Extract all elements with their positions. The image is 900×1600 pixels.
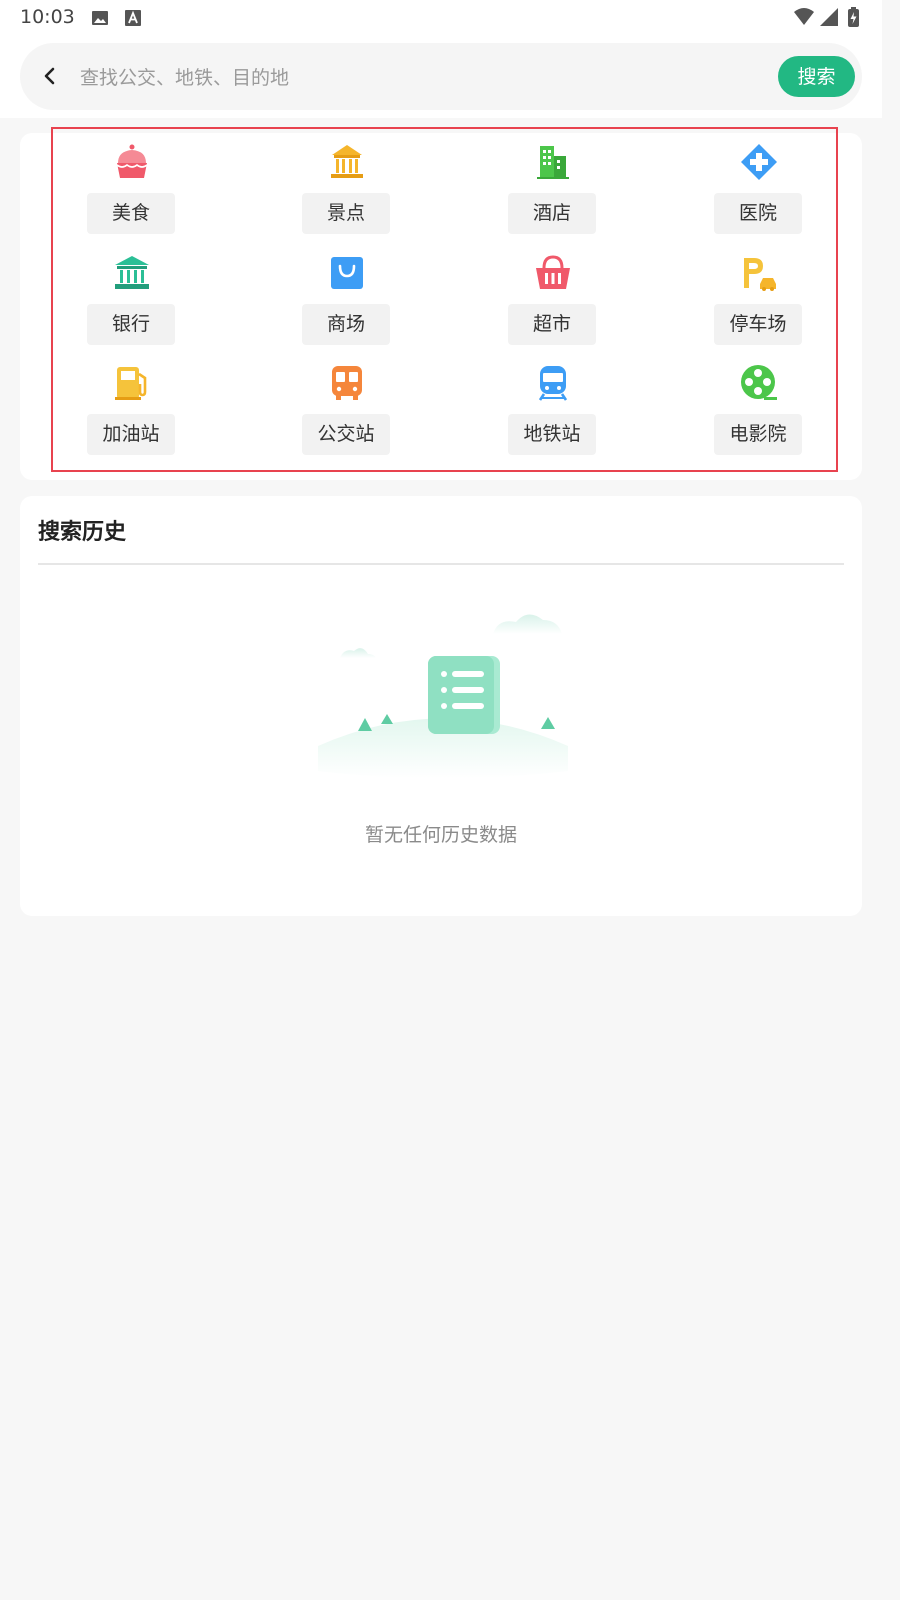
category-food[interactable]: 美食 [71,133,191,234]
medical-cross-icon [741,144,777,180]
category-bank[interactable]: 银行 [71,244,191,345]
category-hotel[interactable]: 酒店 [492,133,612,234]
empty-list-icon [318,614,568,779]
text-notification-icon [125,10,141,26]
category-label: 公交站 [302,414,390,455]
category-label: 银行 [87,304,175,345]
pavilion-icon [331,145,363,178]
status-time: 10:03 [20,6,75,28]
category-subway-station[interactable]: 地铁站 [492,354,612,455]
parking-icon [744,258,776,291]
image-icon [92,11,108,25]
search-history-card: 搜索历史 暂无任何历史数据 [20,496,862,916]
category-grid: 美食 景点 酒店 医院 银行 商场 超市 停车场 加油站 公交站 地铁站 电影院 [20,133,862,480]
fuel-pump-icon [115,367,147,400]
category-label: 商场 [302,304,390,345]
category-cinema[interactable]: 电影院 [698,354,818,455]
status-bar: 10:03 [0,0,882,36]
category-label: 美食 [87,193,175,234]
category-scenic[interactable]: 景点 [286,133,406,234]
bus-icon [332,366,362,400]
shopping-bag-icon [331,257,363,289]
category-bus-stop[interactable]: 公交站 [286,354,406,455]
status-right-icons [794,7,859,27]
category-parking[interactable]: 停车场 [698,244,818,345]
category-label: 酒店 [508,193,596,234]
category-label: 加油站 [87,414,175,455]
building-icon [537,146,569,179]
search-input[interactable] [78,43,762,112]
subway-icon [538,366,568,401]
back-arrow-icon[interactable] [34,60,66,92]
category-mall[interactable]: 商场 [286,244,406,345]
bank-icon [115,256,149,289]
category-label: 景点 [302,193,390,234]
category-gas-station[interactable]: 加油站 [71,354,191,455]
category-label: 地铁站 [508,414,596,455]
category-label: 电影院 [714,414,802,455]
category-label: 停车场 [714,304,802,345]
search-bar: 搜索 [20,43,862,112]
cupcake-icon [116,144,148,178]
film-reel-icon [741,365,777,400]
search-header: 搜索 [0,36,882,118]
empty-state-text: 暂无任何历史数据 [364,824,517,846]
divider [38,563,844,565]
category-label: 医院 [714,193,802,234]
basket-icon [536,255,570,289]
search-button[interactable]: 搜索 [778,56,855,97]
history-title: 搜索历史 [38,520,127,545]
battery-charging-icon [848,7,859,27]
category-hospital[interactable]: 医院 [698,133,818,234]
signal-icon [820,8,838,26]
category-label: 超市 [508,304,596,345]
category-supermarket[interactable]: 超市 [492,244,612,345]
wifi-icon [794,8,814,25]
